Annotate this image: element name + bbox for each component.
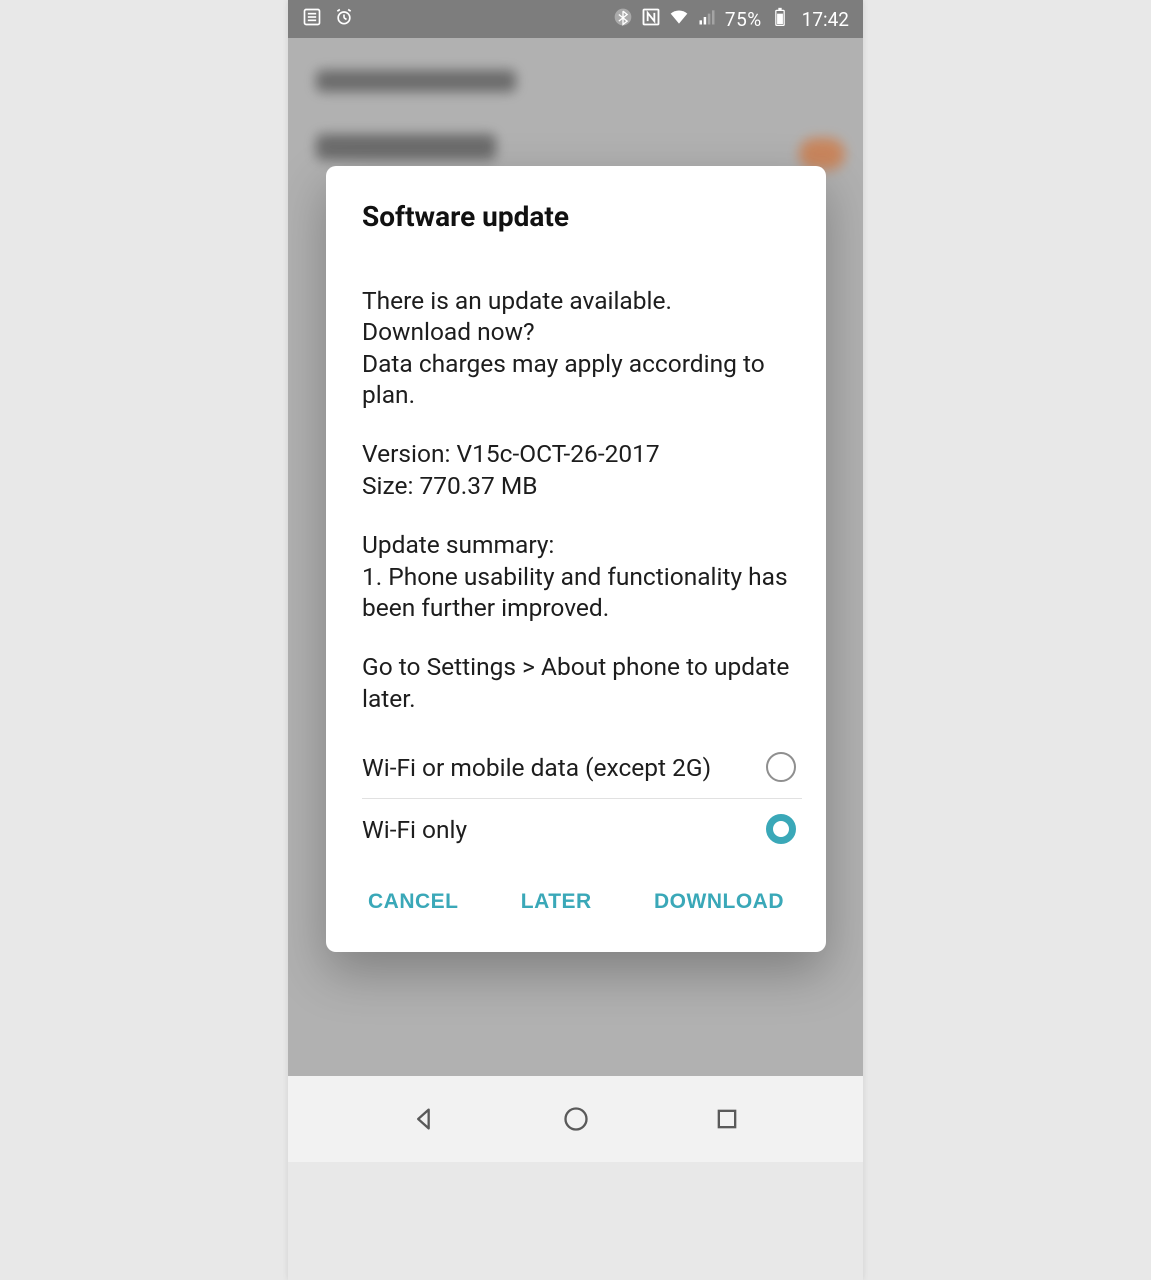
cancel-button[interactable]: CANCEL: [362, 886, 465, 918]
alarm-icon: [334, 7, 354, 32]
bluetooth-icon: [613, 7, 633, 32]
nav-recent-button[interactable]: [712, 1104, 742, 1134]
intro-line: Download now?: [362, 316, 790, 347]
nfc-icon: [641, 7, 661, 32]
nav-back-button[interactable]: [409, 1104, 439, 1134]
dialog-version-size: Version: V15c-OCT-26-2017 Size: 770.37 M…: [362, 438, 790, 501]
summary-item: 1. Phone usability and functionality has…: [362, 561, 790, 624]
intro-line: Data charges may apply according to plan…: [362, 348, 790, 411]
later-button[interactable]: LATER: [515, 886, 598, 918]
wifi-icon: [669, 7, 689, 32]
bottom-pad: [288, 1162, 863, 1280]
software-update-dialog: Software update There is an update avail…: [326, 166, 826, 952]
dialog-title: Software update: [326, 166, 826, 233]
battery-icon: [770, 7, 790, 32]
dialog-summary: Update summary: 1. Phone usability and f…: [362, 529, 790, 623]
status-time: 17:42: [802, 8, 849, 31]
summary-header: Update summary:: [362, 529, 790, 560]
download-method-radio-group: Wi-Fi or mobile data (except 2G) Wi-Fi o…: [326, 736, 826, 860]
dialog-later-hint: Go to Settings > About phone to update l…: [362, 651, 790, 714]
radio-wifi-only[interactable]: Wi-Fi only: [362, 798, 802, 860]
list-icon: [302, 7, 322, 32]
dialog-actions: CANCEL LATER DOWNLOAD: [326, 860, 826, 952]
signal-icon: [697, 7, 717, 32]
radio-button-icon: [766, 752, 796, 782]
download-button[interactable]: DOWNLOAD: [648, 886, 790, 918]
version-row: Version: V15c-OCT-26-2017: [362, 438, 790, 469]
radio-wifi-or-mobile[interactable]: Wi-Fi or mobile data (except 2G): [362, 736, 802, 798]
radio-button-icon: [766, 814, 796, 844]
battery-percent: 75%: [725, 8, 762, 31]
nav-home-button[interactable]: [561, 1104, 591, 1134]
status-bar: 75% 17:42: [288, 0, 863, 38]
screen-body: Software update There is an update avail…: [288, 38, 863, 1076]
phone-frame: 75% 17:42 Software update There is an up…: [288, 0, 863, 1280]
radio-label: Wi-Fi only: [362, 815, 766, 844]
radio-label: Wi-Fi or mobile data (except 2G): [362, 753, 766, 782]
android-nav-bar: [288, 1076, 863, 1162]
dialog-content: There is an update available. Download n…: [326, 233, 826, 714]
dialog-intro: There is an update available. Download n…: [362, 285, 790, 410]
intro-line: There is an update available.: [362, 285, 790, 316]
size-row: Size: 770.37 MB: [362, 470, 790, 501]
